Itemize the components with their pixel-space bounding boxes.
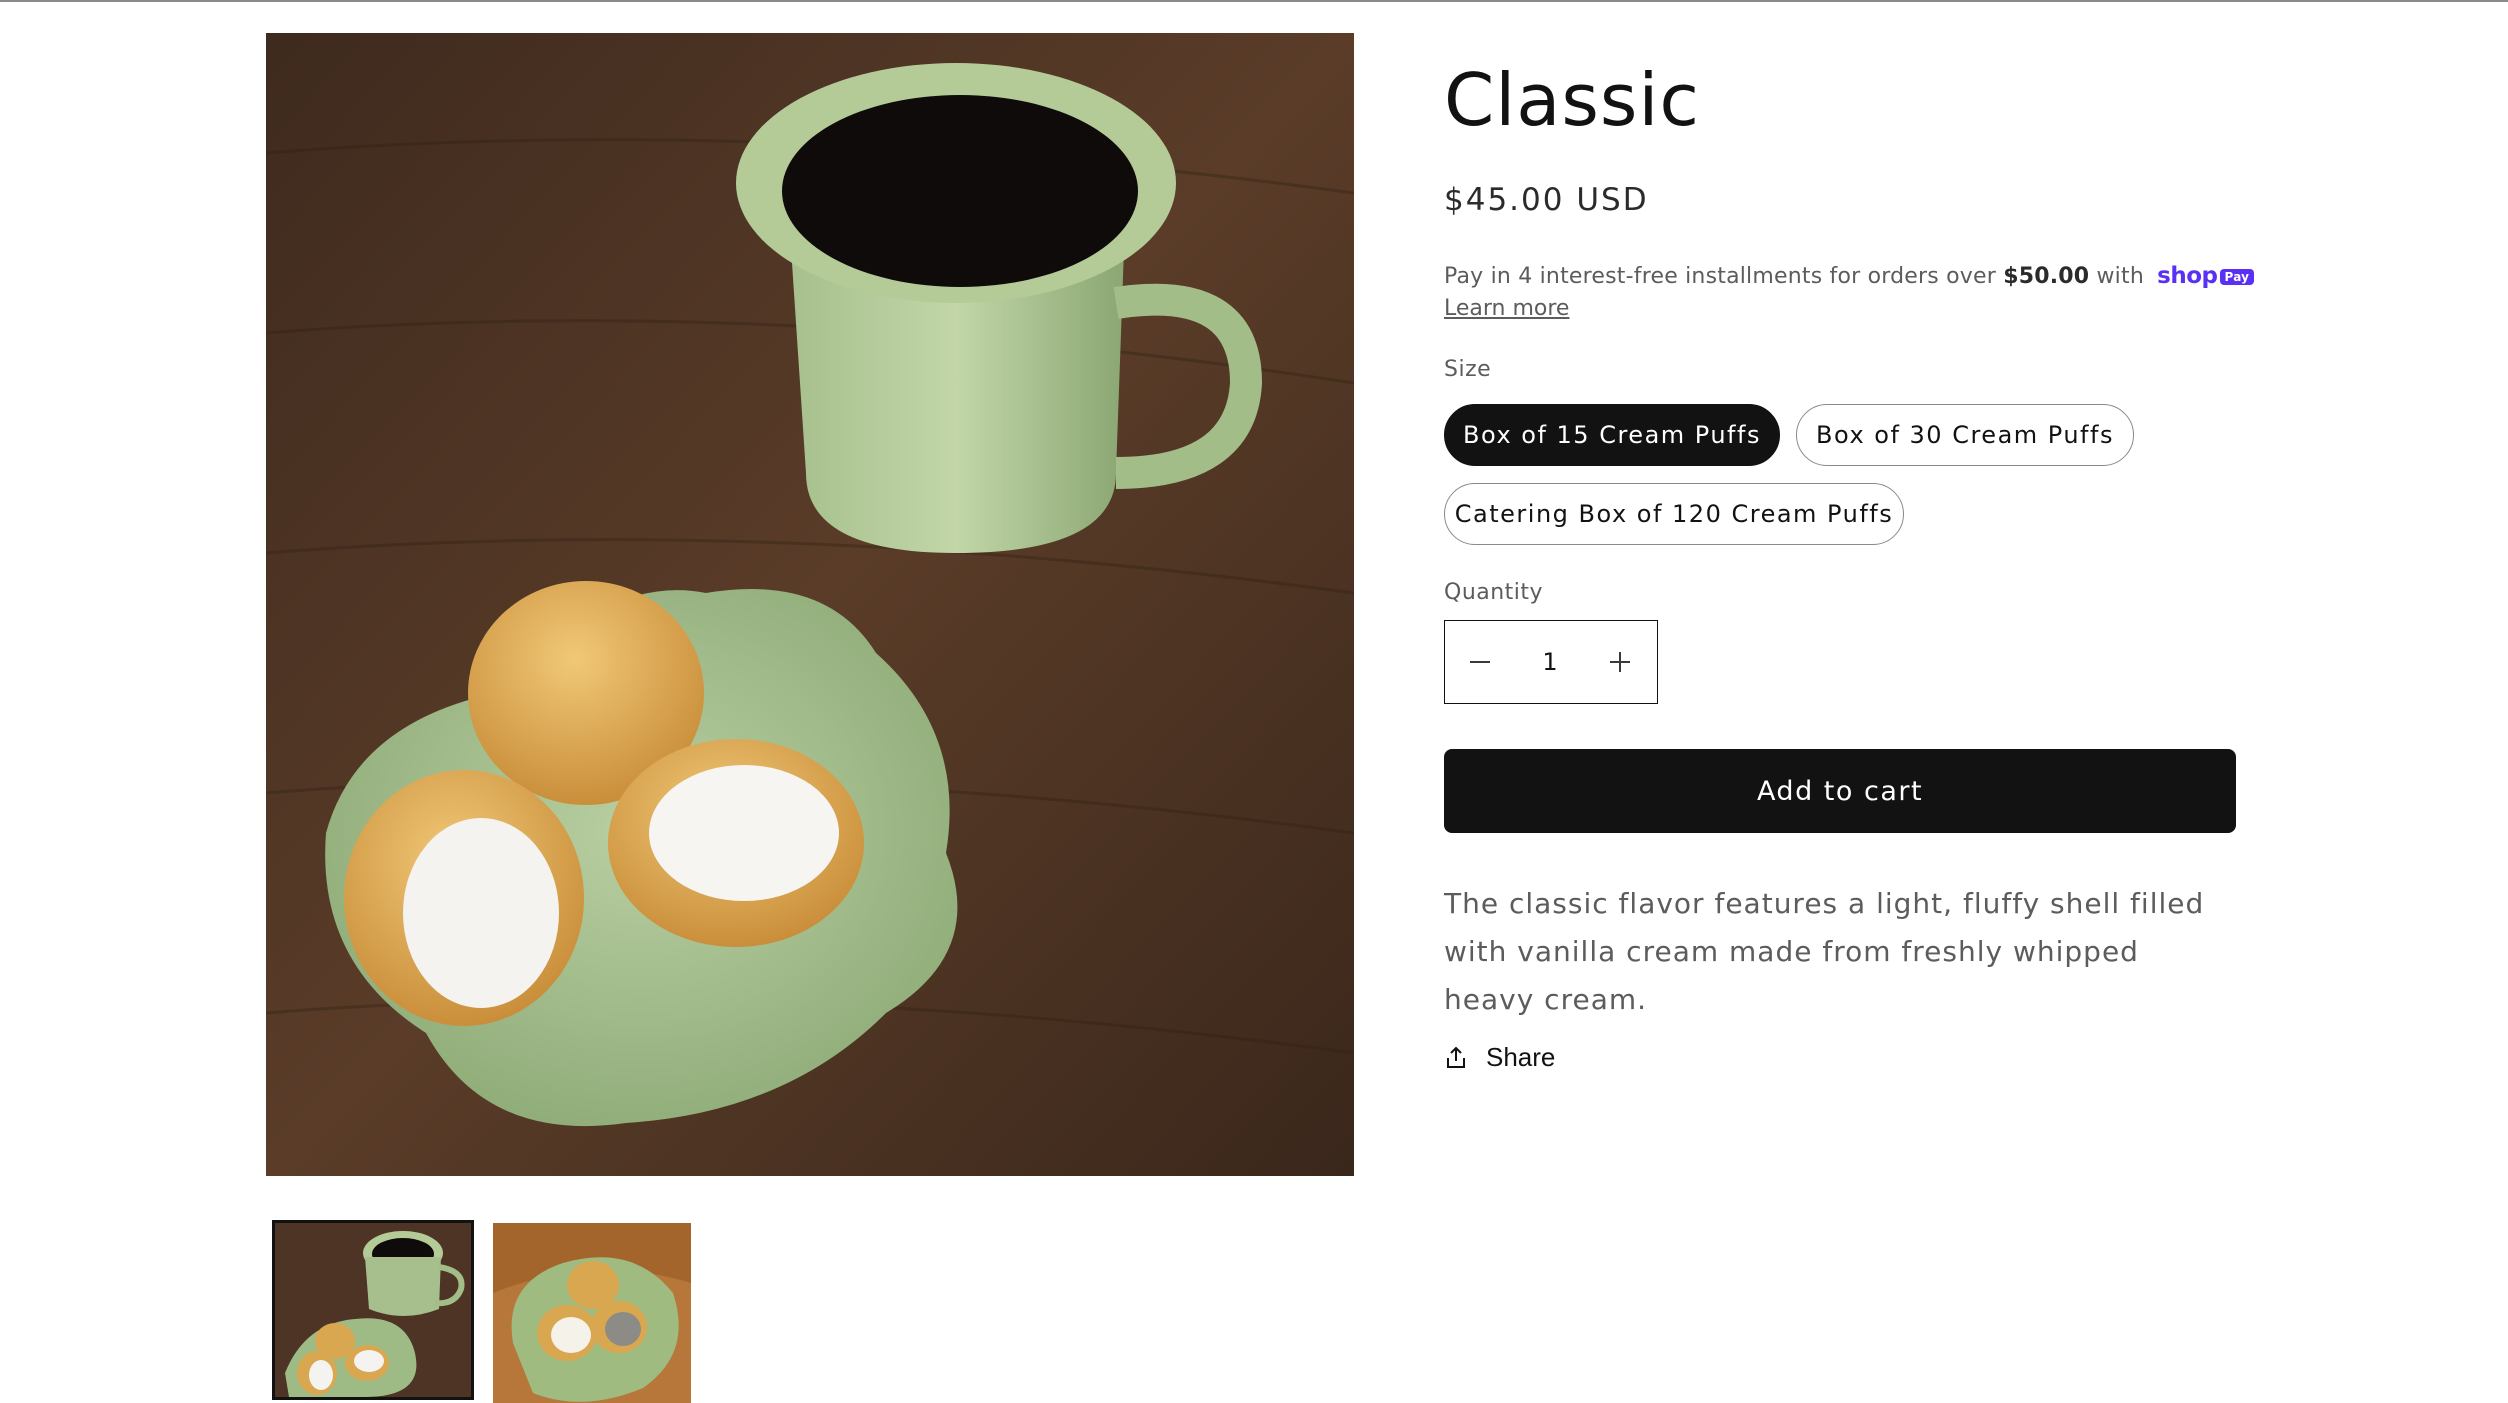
installments-text-after: with xyxy=(2089,264,2144,289)
quantity-label: Quantity xyxy=(1444,580,1544,605)
minus-icon xyxy=(1470,661,1490,663)
product-title: Classic xyxy=(1444,58,1701,142)
shop-pay-badge: Pay xyxy=(2219,269,2255,285)
share-button[interactable]: Share xyxy=(1444,1042,1555,1073)
installments-threshold: $50.00 xyxy=(2003,264,2090,289)
share-label: Share xyxy=(1486,1042,1556,1072)
plus-icon xyxy=(1610,652,1630,672)
size-option-120[interactable]: Catering Box of 120 Cream Puffs xyxy=(1444,483,1904,545)
quantity-stepper xyxy=(1444,620,1658,704)
size-label: Size xyxy=(1444,357,1492,382)
size-option-15[interactable]: Box of 15 Cream Puffs xyxy=(1444,404,1780,466)
learn-more-link[interactable]: Learn more xyxy=(1444,296,1569,321)
quantity-decrease-button[interactable] xyxy=(1445,621,1515,703)
add-to-cart-button[interactable]: Add to cart xyxy=(1444,749,2236,833)
quantity-input[interactable] xyxy=(1515,621,1585,703)
product-description: The classic flavor features a light, flu… xyxy=(1444,887,2205,1016)
installments-text: Pay in 4 interest-free installments for … xyxy=(1444,264,2004,289)
gallery-thumbnail-2[interactable] xyxy=(493,1223,691,1403)
header-divider xyxy=(0,0,2508,2)
shop-pay-installments: Pay in 4 interest-free installments for … xyxy=(1444,263,2255,289)
quantity-increase-button[interactable] xyxy=(1585,621,1655,703)
product-price: $45.00 USD xyxy=(1444,182,1649,218)
gallery-thumbnail-1[interactable] xyxy=(272,1220,474,1400)
shop-pay-logo: shop xyxy=(2157,263,2218,289)
size-option-30[interactable]: Box of 30 Cream Puffs xyxy=(1796,404,2134,466)
share-icon xyxy=(1447,1046,1465,1068)
product-main-image[interactable] xyxy=(266,33,1354,1176)
